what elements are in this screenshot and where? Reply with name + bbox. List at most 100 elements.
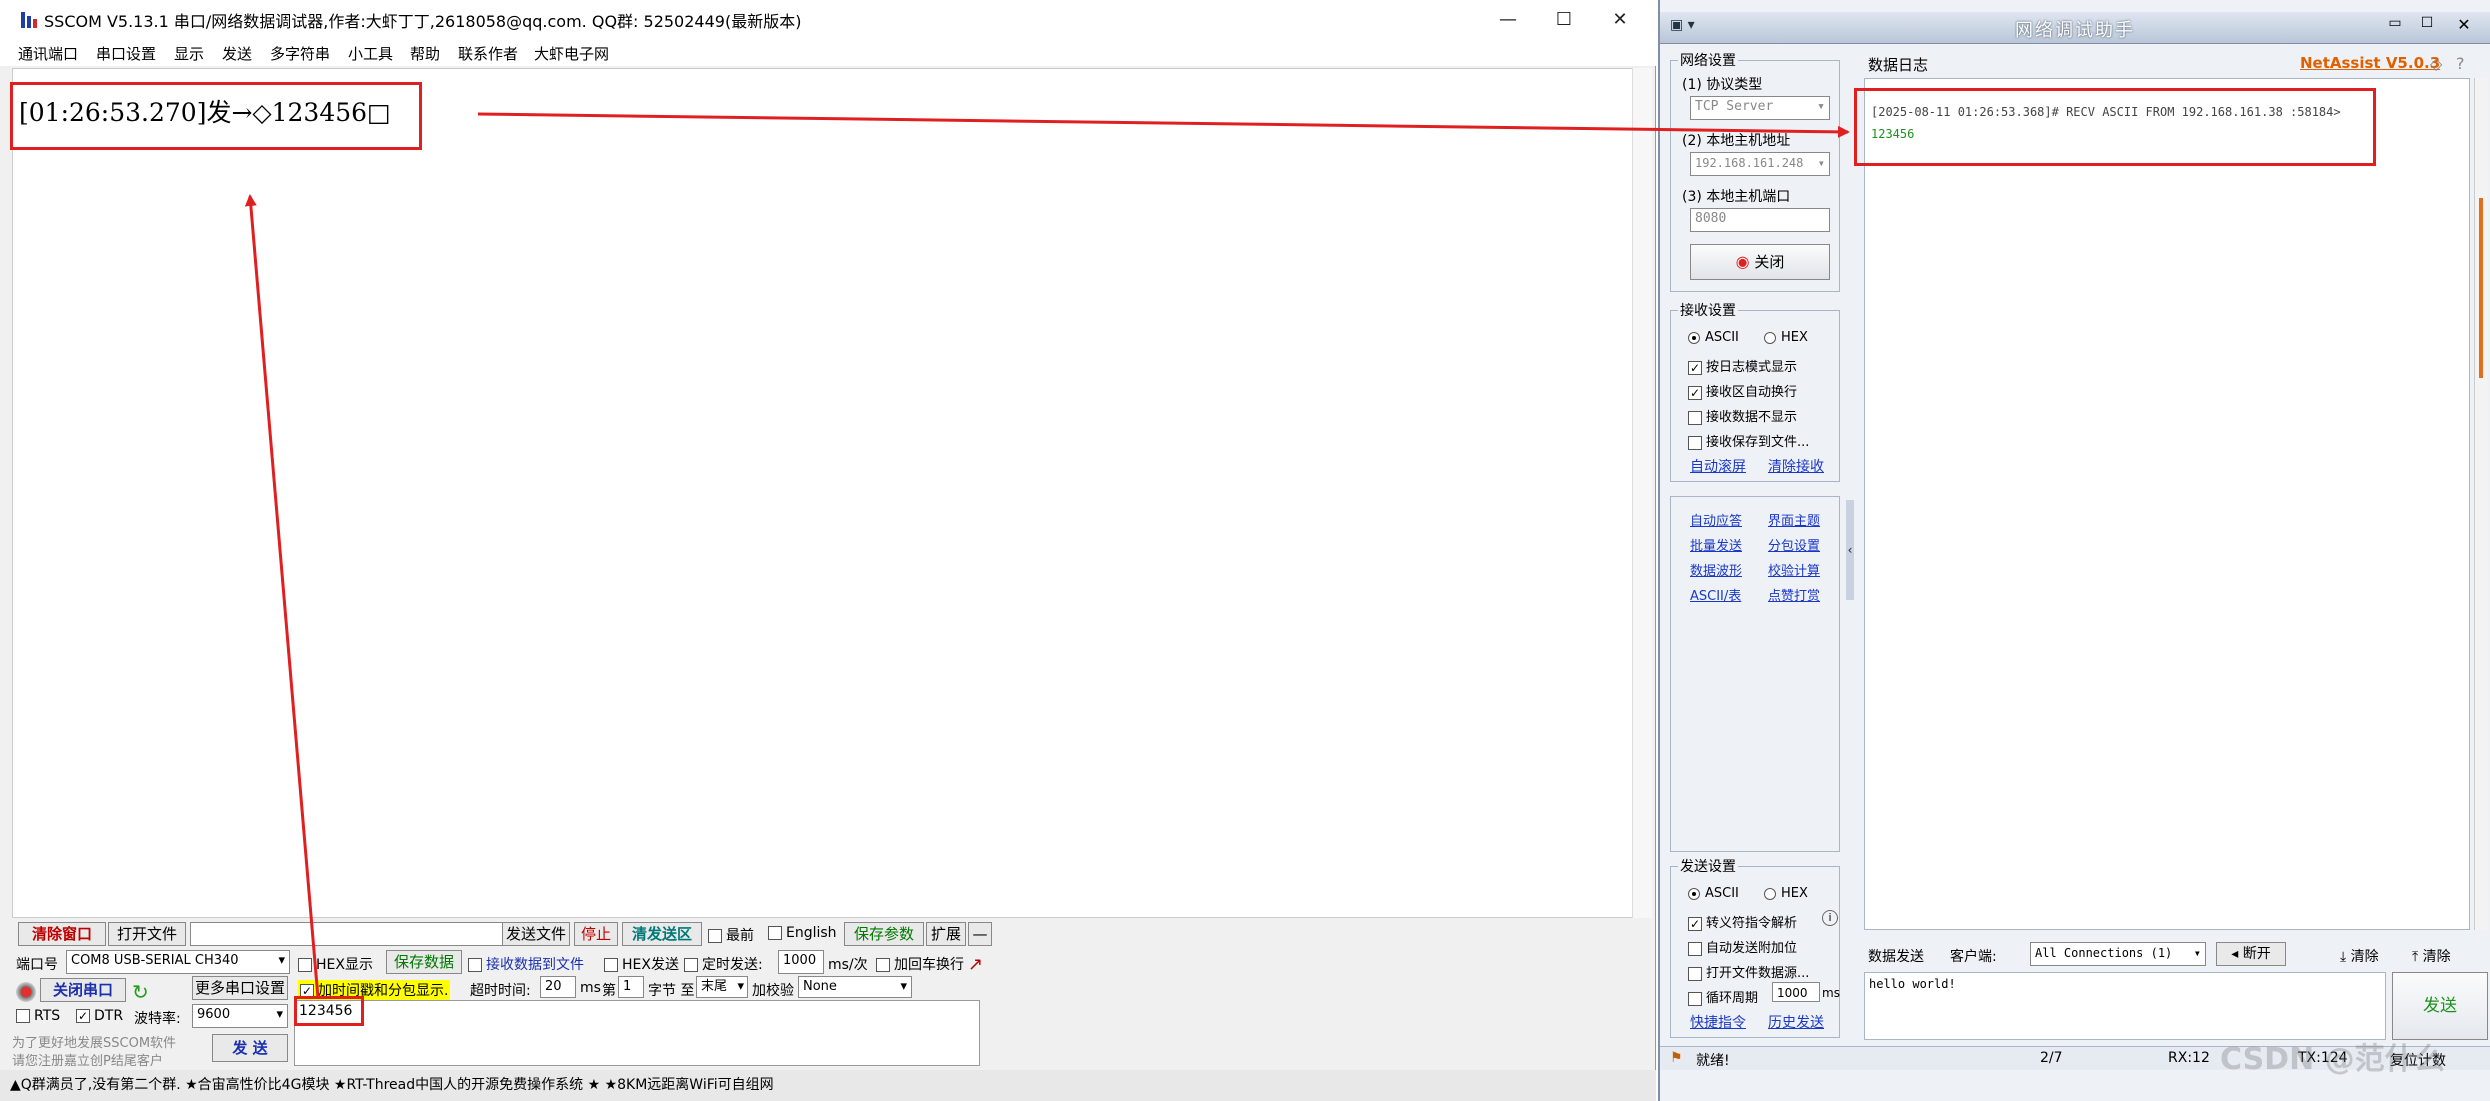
menu-send[interactable]: 发送 <box>222 43 252 64</box>
stop-button[interactable]: 停止 <box>574 922 618 946</box>
close-window-button[interactable]: ✕ <box>2446 15 2482 39</box>
recv-hex-radio[interactable]: HEX <box>1764 330 1808 345</box>
send-ascii-radio[interactable]: ASCII <box>1688 886 1739 901</box>
tool-link-3[interactable]: 分包设置 <box>1768 535 1820 554</box>
send-textarea[interactable]: 123456 <box>294 1000 980 1066</box>
topmost-checkbox[interactable]: 最前 <box>708 925 754 945</box>
auto-scroll-link[interactable]: 自动滚屏 <box>1690 456 1746 476</box>
timeout-input[interactable]: 20 <box>540 976 576 998</box>
sscom-titlebar: SSCOM V5.13.1 串口/网络数据调试器,作者:大虾丁丁,2618058… <box>0 0 1656 40</box>
recv-to-file-label: 接收数据到文件 <box>486 957 584 973</box>
log-area[interactable]: [2025-08-11 01:26:53.368]# RECV ASCII FR… <box>1864 78 2470 930</box>
cycle-input[interactable]: 1000 <box>1772 982 1820 1002</box>
splitter-collapse-icon[interactable]: ‹ <box>1846 500 1854 600</box>
tool-link-1[interactable]: 界面主题 <box>1768 510 1820 529</box>
recv-to-file-checkbox[interactable]: 接收数据到文件 <box>468 954 584 974</box>
clear-send-button[interactable]: 清发送区 <box>622 922 702 946</box>
baud-value: 9600 <box>197 1007 231 1022</box>
tool-link-6[interactable]: ASCII/表 <box>1690 585 1741 604</box>
hex-display-checkbox[interactable]: HEX显示 <box>298 954 373 974</box>
tab-data-log[interactable]: 数据日志 <box>1868 54 1928 75</box>
port-input[interactable]: 8080 <box>1690 208 1830 232</box>
checksum-label: 加校验 <box>752 983 794 999</box>
hex-send-checkbox[interactable]: HEX发送 <box>604 954 679 974</box>
send-button[interactable]: 发送 <box>2392 972 2488 1040</box>
send-option-2[interactable]: 打开文件数据源... <box>1688 962 1809 981</box>
log-scroll-thumb[interactable] <box>2479 198 2483 378</box>
add-crlf-checkbox[interactable]: 加回车换行 <box>876 954 964 974</box>
menu-display[interactable]: 显示 <box>174 43 204 64</box>
menu-comm-port[interactable]: 通讯端口 <box>18 43 78 64</box>
tool-link-2[interactable]: 批量发送 <box>1690 535 1742 554</box>
disconnect-label: 断开 <box>2242 946 2271 962</box>
menu-tools[interactable]: 小工具 <box>348 43 393 64</box>
file-path-input[interactable] <box>190 922 512 946</box>
tool-link-0[interactable]: 自动应答 <box>1690 510 1742 529</box>
send-input[interactable]: hello world! <box>1864 972 2386 1040</box>
tool-link-7[interactable]: 点赞打赏 <box>1768 585 1820 604</box>
baud-select[interactable]: 9600 ▾ <box>192 1004 288 1028</box>
recv-option-0[interactable]: ✓ 按日志模式显示 <box>1688 356 1797 375</box>
app-menu-icon[interactable]: ▣ ▾ <box>1670 17 1695 33</box>
recv-option-2[interactable]: 接收数据不显示 <box>1688 406 1797 425</box>
send-option-0[interactable]: ✓ 转义符指令解析 <box>1688 912 1797 931</box>
recv-ascii-radio[interactable]: ASCII <box>1688 330 1739 345</box>
collapse-button[interactable]: — <box>968 922 992 946</box>
send-option-1[interactable]: 自动发送附加位 <box>1688 937 1797 956</box>
port-select[interactable]: COM8 USB-SERIAL CH340 ▾ <box>66 950 290 974</box>
send-button[interactable]: 发 送 <box>212 1034 288 1062</box>
timed-send-checkbox[interactable]: 定时发送: <box>684 954 763 974</box>
tool-link-5[interactable]: 校验计算 <box>1768 560 1820 579</box>
history-link[interactable]: 历史发送 <box>1768 1012 1824 1032</box>
refresh-icon[interactable]: ↻ <box>132 980 149 1004</box>
log-scrollbar[interactable] <box>2474 78 2488 930</box>
byte-end-select[interactable]: 末尾 ▾ <box>696 976 748 998</box>
menu-serial-settings[interactable]: 串口设置 <box>96 43 156 64</box>
rx-scrollbar[interactable] <box>1632 68 1652 918</box>
open-file-button[interactable]: 打开文件 <box>108 922 186 946</box>
send-file-button[interactable]: 发送文件 <box>502 922 570 946</box>
disconnect-button[interactable]: ◂ 断开 <box>2216 942 2286 966</box>
tool-link-4[interactable]: 数据波形 <box>1690 560 1742 579</box>
close-port-button[interactable]: 关闭串口 <box>40 978 126 1002</box>
minimize-button[interactable]: ▭ <box>2380 15 2410 39</box>
save-params-button[interactable]: 保存参数 <box>844 922 924 946</box>
dtr-checkbox[interactable]: ✓ DTR <box>76 1008 123 1024</box>
expand-button[interactable]: 扩展 <box>926 922 966 946</box>
checksum-select[interactable]: None ▾ <box>798 976 912 998</box>
client-select[interactable]: All Connections (1) ▾ <box>2030 942 2206 966</box>
maximize-button[interactable]: ☐ <box>1534 4 1594 36</box>
clear-window-button[interactable]: 清除窗口 <box>18 922 106 946</box>
pin-icon[interactable]: ↗ <box>968 954 983 975</box>
clear-all-button[interactable]: ⤒ 清除 <box>2412 946 2451 966</box>
shortcut-link[interactable]: 快捷指令 <box>1690 1012 1746 1032</box>
more-port-settings-button[interactable]: 更多串口设置 <box>192 976 288 1000</box>
save-data-button[interactable]: 保存数据 <box>386 950 462 974</box>
menu-contact[interactable]: 联系作者 <box>458 43 518 64</box>
menu-help[interactable]: 帮助 <box>410 43 440 64</box>
recv-option-3[interactable]: 接收保存到文件... <box>1688 431 1809 450</box>
clear-send-area-button[interactable]: ⤓ 清除 <box>2340 946 2379 966</box>
byte-index-input[interactable]: 1 <box>618 976 644 998</box>
clear-recv-link[interactable]: 清除接收 <box>1768 456 1824 476</box>
brand-link[interactable]: NetAssist V5.0.3 <box>2300 54 2440 72</box>
minimize-button[interactable]: — <box>1478 4 1538 36</box>
tab-data-send[interactable]: 数据发送 <box>1868 946 1924 966</box>
menu-multi-string[interactable]: 多字符串 <box>270 43 330 64</box>
help-icon[interactable]: ? <box>2456 54 2465 73</box>
close-window-button[interactable]: ✕ <box>1590 4 1650 36</box>
maximize-button[interactable]: ☐ <box>2412 15 2442 39</box>
english-checkbox[interactable]: English <box>768 925 837 941</box>
interval-input[interactable]: 1000 <box>778 950 824 974</box>
recv-option-1[interactable]: ✓ 接收区自动换行 <box>1688 381 1797 400</box>
rts-checkbox[interactable]: RTS <box>16 1008 60 1024</box>
send-option-3[interactable]: 循环周期 <box>1688 987 1758 1006</box>
info-icon[interactable]: i <box>1822 910 1838 926</box>
menu-website[interactable]: 大虾电子网 <box>534 43 609 64</box>
diamond-icon[interactable]: ◇ <box>2430 54 2442 73</box>
send-hex-radio[interactable]: HEX <box>1764 886 1808 901</box>
protocol-select[interactable]: TCP Server ▾ <box>1690 96 1830 120</box>
host-select[interactable]: 192.168.161.248 ▾ <box>1690 152 1830 176</box>
sscom-receive-area[interactable]: [01:26:53.270]发→◇123456□ <box>12 68 1642 918</box>
close-connection-button[interactable]: ◉ 关闭 <box>1690 244 1830 280</box>
